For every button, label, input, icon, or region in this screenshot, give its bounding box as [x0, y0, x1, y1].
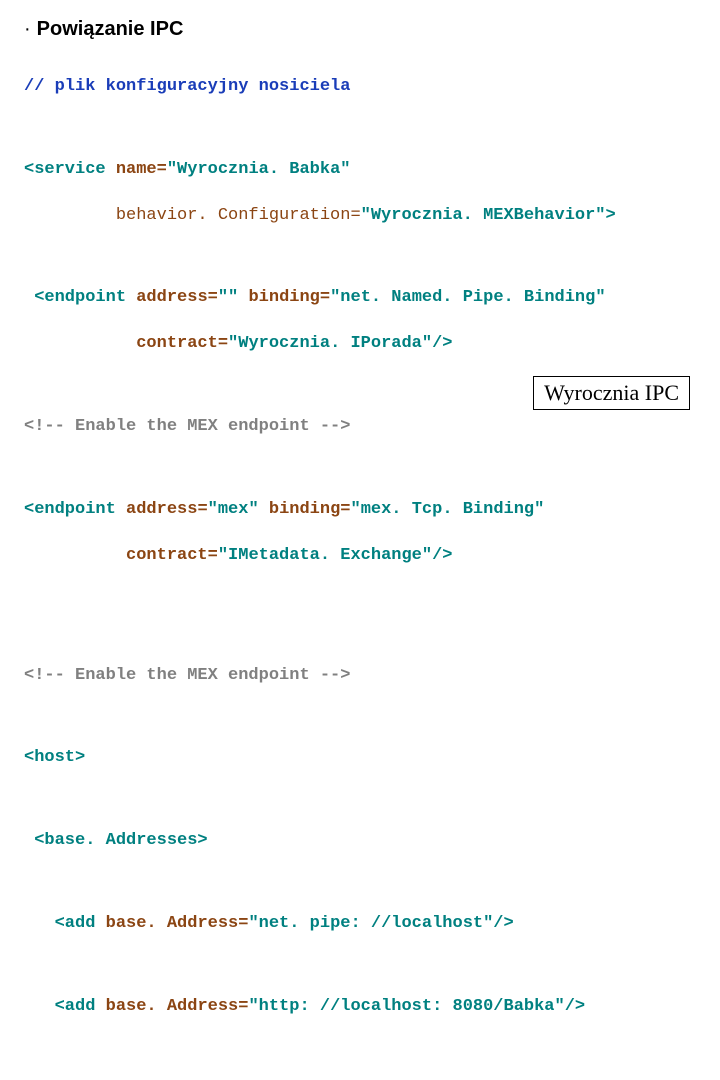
code-comment: // plik konfiguracyjny nosiciela: [24, 77, 350, 96]
code-tag: />: [432, 546, 452, 565]
code-val: "net. pipe: //localhost": [248, 914, 493, 933]
code-tag: />: [432, 334, 452, 353]
code-val: "": [218, 288, 238, 307]
code-comment: <!-- Enable the MEX endpoint -->: [24, 417, 350, 436]
code-tag: <add: [24, 997, 95, 1016]
code-block: // plik konfiguracyjny nosiciela <servic…: [24, 53, 696, 1080]
code-attr: binding=: [259, 500, 351, 519]
code-attr: contract=: [24, 334, 228, 353]
code-val: "Wyrocznia. IPorada": [228, 334, 432, 353]
code-comment: <!-- Enable the MEX endpoint -->: [24, 666, 350, 685]
code-attr: address=: [116, 500, 208, 519]
title-bullet: ·: [24, 18, 31, 40]
code-val: "http: //localhost: 8080/Babka": [248, 997, 564, 1016]
code-tag: >: [606, 206, 616, 225]
code-val: "IMetadata. Exchange": [218, 546, 432, 565]
title-text: Powiązanie IPC: [37, 18, 184, 40]
code-tag: <add: [24, 914, 95, 933]
code-tag: <service: [24, 160, 106, 179]
code-val: "Wyrocznia. MEXBehavior": [361, 206, 606, 225]
code-tag: />: [493, 914, 513, 933]
code-tag: <endpoint: [24, 500, 116, 519]
code-attr: binding=: [238, 288, 330, 307]
code-attr: behavior. Configuration=: [24, 206, 361, 225]
code-val: "mex": [208, 500, 259, 519]
code-attr: base. Address=: [95, 997, 248, 1016]
code-attr: address=: [126, 288, 218, 307]
side-label: Wyrocznia IPC: [533, 376, 690, 410]
code-tag: <host>: [24, 748, 85, 767]
code-tag: <base. Addresses>: [24, 831, 208, 850]
code-attr: name=: [106, 160, 167, 179]
code-val: "net. Named. Pipe. Binding": [330, 288, 605, 307]
code-tag: />: [565, 997, 585, 1016]
code-val: "Wyrocznia. Babka": [167, 160, 351, 179]
slide-title: · Powiązanie IPC: [24, 18, 696, 41]
code-val: "mex. Tcp. Binding": [351, 500, 545, 519]
code-attr: contract=: [24, 546, 218, 565]
code-tag: <endpoint: [24, 288, 126, 307]
code-attr: base. Address=: [95, 914, 248, 933]
